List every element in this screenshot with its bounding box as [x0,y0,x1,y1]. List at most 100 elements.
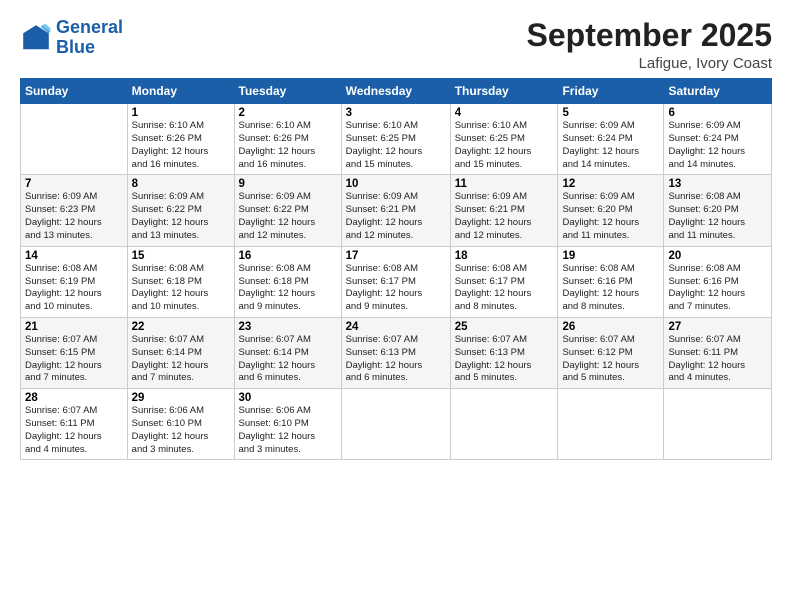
day-detail: Sunrise: 6:09 AM Sunset: 6:22 PM Dayligh… [132,191,230,242]
day-detail: Sunrise: 6:10 AM Sunset: 6:25 PM Dayligh… [346,120,446,171]
day-number: 27 [668,321,767,333]
calendar-week-1: 1 Sunrise: 6:10 AM Sunset: 6:26 PM Daylig… [21,104,772,175]
day-detail: Sunrise: 6:10 AM Sunset: 6:26 PM Dayligh… [239,120,337,171]
calendar-cell: 23Sunrise: 6:07 AM Sunset: 6:14 PM Dayli… [234,317,341,388]
calendar-cell: 10Sunrise: 6:09 AM Sunset: 6:21 PM Dayli… [341,175,450,246]
calendar-cell: 7Sunrise: 6:09 AM Sunset: 6:23 PM Daylig… [21,175,128,246]
day-detail: Sunrise: 6:09 AM Sunset: 6:21 PM Dayligh… [346,191,446,242]
month-title: September 2025 [527,18,772,53]
day-number: 6 [668,107,767,119]
day-detail: Sunrise: 6:06 AM Sunset: 6:10 PM Dayligh… [132,405,230,456]
day-number: 11 [455,178,554,190]
day-number: 15 [132,250,230,262]
calendar-cell: 29Sunrise: 6:06 AM Sunset: 6:10 PM Dayli… [127,389,234,460]
day-number: 8 [132,178,230,190]
calendar-cell: 2Sunrise: 6:10 AM Sunset: 6:26 PM Daylig… [234,104,341,175]
calendar-cell: 27Sunrise: 6:07 AM Sunset: 6:11 PM Dayli… [664,317,772,388]
day-detail: Sunrise: 6:09 AM Sunset: 6:24 PM Dayligh… [562,120,659,171]
day-number: 13 [668,178,767,190]
calendar-cell: 3Sunrise: 6:10 AM Sunset: 6:25 PM Daylig… [341,104,450,175]
title-block: September 2025 Lafigue, Ivory Coast [527,18,772,72]
day-detail: Sunrise: 6:08 AM Sunset: 6:20 PM Dayligh… [668,191,767,242]
day-detail: Sunrise: 6:09 AM Sunset: 6:22 PM Dayligh… [239,191,337,242]
day-number: 25 [455,321,554,333]
calendar-cell [341,389,450,460]
calendar-cell: 25Sunrise: 6:07 AM Sunset: 6:13 PM Dayli… [450,317,558,388]
calendar-cell: 22Sunrise: 6:07 AM Sunset: 6:14 PM Dayli… [127,317,234,388]
logo-text: General Blue [56,18,123,58]
calendar-cell: 12Sunrise: 6:09 AM Sunset: 6:20 PM Dayli… [558,175,664,246]
calendar-cell [558,389,664,460]
calendar-cell: 14Sunrise: 6:08 AM Sunset: 6:19 PM Dayli… [21,246,128,317]
day-number: 12 [562,178,659,190]
calendar-cell: 18Sunrise: 6:08 AM Sunset: 6:17 PM Dayli… [450,246,558,317]
day-detail: Sunrise: 6:10 AM Sunset: 6:25 PM Dayligh… [455,120,554,171]
calendar-week-5: 28Sunrise: 6:07 AM Sunset: 6:11 PM Dayli… [21,389,772,460]
day-number: 24 [346,321,446,333]
calendar-cell [21,104,128,175]
day-number: 21 [25,321,123,333]
location-subtitle: Lafigue, Ivory Coast [527,55,772,72]
calendar-cell: 20Sunrise: 6:08 AM Sunset: 6:16 PM Dayli… [664,246,772,317]
calendar-table: SundayMondayTuesdayWednesdayThursdayFrid… [20,78,772,460]
day-number: 16 [239,250,337,262]
calendar-cell: 24Sunrise: 6:07 AM Sunset: 6:13 PM Dayli… [341,317,450,388]
day-number: 30 [239,392,337,404]
day-detail: Sunrise: 6:09 AM Sunset: 6:20 PM Dayligh… [562,191,659,242]
calendar-cell: 6Sunrise: 6:09 AM Sunset: 6:24 PM Daylig… [664,104,772,175]
calendar-cell: 5Sunrise: 6:09 AM Sunset: 6:24 PM Daylig… [558,104,664,175]
day-detail: Sunrise: 6:08 AM Sunset: 6:17 PM Dayligh… [346,263,446,314]
day-number: 26 [562,321,659,333]
day-detail: Sunrise: 6:08 AM Sunset: 6:16 PM Dayligh… [562,263,659,314]
calendar-cell: 21Sunrise: 6:07 AM Sunset: 6:15 PM Dayli… [21,317,128,388]
day-number: 5 [562,107,659,119]
calendar-cell: 11Sunrise: 6:09 AM Sunset: 6:21 PM Dayli… [450,175,558,246]
day-detail: Sunrise: 6:08 AM Sunset: 6:16 PM Dayligh… [668,263,767,314]
calendar-cell: 1Sunrise: 6:10 AM Sunset: 6:26 PM Daylig… [127,104,234,175]
day-header-saturday: Saturday [664,79,772,104]
day-header-sunday: Sunday [21,79,128,104]
day-number: 2 [239,107,337,119]
day-header-monday: Monday [127,79,234,104]
calendar-cell: 30Sunrise: 6:06 AM Sunset: 6:10 PM Dayli… [234,389,341,460]
day-detail: Sunrise: 6:08 AM Sunset: 6:17 PM Dayligh… [455,263,554,314]
day-number: 18 [455,250,554,262]
calendar-cell: 16Sunrise: 6:08 AM Sunset: 6:18 PM Dayli… [234,246,341,317]
logo: General Blue [20,18,123,58]
header: General Blue September 2025 Lafigue, Ivo… [20,18,772,72]
day-detail: Sunrise: 6:07 AM Sunset: 6:14 PM Dayligh… [239,334,337,385]
calendar-cell: 13Sunrise: 6:08 AM Sunset: 6:20 PM Dayli… [664,175,772,246]
day-number: 7 [25,178,123,190]
logo-icon [20,22,52,54]
day-detail: Sunrise: 6:08 AM Sunset: 6:19 PM Dayligh… [25,263,123,314]
calendar-cell: 9Sunrise: 6:09 AM Sunset: 6:22 PM Daylig… [234,175,341,246]
day-number: 23 [239,321,337,333]
day-header-thursday: Thursday [450,79,558,104]
day-detail: Sunrise: 6:07 AM Sunset: 6:11 PM Dayligh… [668,334,767,385]
calendar-week-2: 7Sunrise: 6:09 AM Sunset: 6:23 PM Daylig… [21,175,772,246]
calendar-cell: 26Sunrise: 6:07 AM Sunset: 6:12 PM Dayli… [558,317,664,388]
day-detail: Sunrise: 6:09 AM Sunset: 6:21 PM Dayligh… [455,191,554,242]
day-detail: Sunrise: 6:07 AM Sunset: 6:12 PM Dayligh… [562,334,659,385]
day-number: 1 [132,107,230,119]
day-detail: Sunrise: 6:08 AM Sunset: 6:18 PM Dayligh… [239,263,337,314]
day-number: 10 [346,178,446,190]
calendar-week-3: 14Sunrise: 6:08 AM Sunset: 6:19 PM Dayli… [21,246,772,317]
calendar-cell: 28Sunrise: 6:07 AM Sunset: 6:11 PM Dayli… [21,389,128,460]
calendar-cell [664,389,772,460]
day-number: 17 [346,250,446,262]
day-detail: Sunrise: 6:09 AM Sunset: 6:24 PM Dayligh… [668,120,767,171]
page: General Blue September 2025 Lafigue, Ivo… [0,0,792,612]
day-number: 29 [132,392,230,404]
calendar-cell [450,389,558,460]
day-detail: Sunrise: 6:07 AM Sunset: 6:13 PM Dayligh… [346,334,446,385]
day-number: 28 [25,392,123,404]
day-number: 9 [239,178,337,190]
day-header-tuesday: Tuesday [234,79,341,104]
day-header-friday: Friday [558,79,664,104]
calendar-cell: 4Sunrise: 6:10 AM Sunset: 6:25 PM Daylig… [450,104,558,175]
day-detail: Sunrise: 6:08 AM Sunset: 6:18 PM Dayligh… [132,263,230,314]
day-detail: Sunrise: 6:07 AM Sunset: 6:11 PM Dayligh… [25,405,123,456]
day-detail: Sunrise: 6:06 AM Sunset: 6:10 PM Dayligh… [239,405,337,456]
day-detail: Sunrise: 6:07 AM Sunset: 6:15 PM Dayligh… [25,334,123,385]
